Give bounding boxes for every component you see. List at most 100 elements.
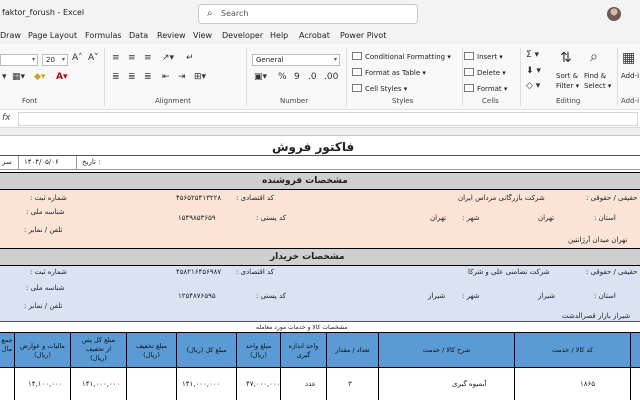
menu-developer[interactable]: Developer bbox=[222, 31, 263, 40]
borders-icon[interactable]: ▦▾ bbox=[12, 72, 25, 82]
buyer-city-label: شهر : bbox=[462, 292, 480, 300]
middle-align-icon[interactable]: ≡ bbox=[128, 53, 136, 63]
align-center-icon[interactable]: ≣ bbox=[128, 72, 136, 82]
row-unit: عدد bbox=[305, 380, 316, 388]
merge-center-icon[interactable]: ⊞▾ bbox=[194, 72, 206, 82]
accounting-icon[interactable]: ▣▾ bbox=[254, 72, 267, 82]
font-size-dropdown[interactable]: 20 ▾ bbox=[42, 54, 68, 66]
find-select-label[interactable]: Find & bbox=[584, 72, 606, 80]
increase-font-icon[interactable]: A˄ bbox=[72, 53, 83, 63]
buyer-national-label: شناسه ملی : bbox=[26, 284, 65, 292]
align-left-icon[interactable]: ≣ bbox=[112, 72, 120, 82]
decrease-decimal-icon[interactable]: .00 bbox=[324, 72, 338, 82]
col-header-qty: تعداد / مقدار bbox=[335, 346, 370, 354]
filter-label[interactable]: Filter ▾ bbox=[556, 82, 579, 90]
group-label-font: Font bbox=[22, 97, 38, 105]
seller-econ-code: ۴۵۶۵۲۵۴۱۳۲۲۸ bbox=[176, 194, 222, 202]
ribbon: ▾ 20 ▾ A˄ A˅ ▾ ▦▾ ◆▾ A▾ Font ≡ ≡ ≡ ↗▾ ↵ ≣… bbox=[0, 44, 640, 110]
clear-icon[interactable]: ◇ ▾ bbox=[526, 81, 540, 91]
menu-draw[interactable]: Draw bbox=[0, 31, 21, 40]
orientation-icon[interactable]: ↗▾ bbox=[162, 53, 174, 63]
align-right-icon[interactable]: ≣ bbox=[144, 72, 152, 82]
fill-color-icon[interactable]: ◆▾ bbox=[34, 72, 45, 82]
worksheet[interactable]: فاکتور فروش سر ۱۴۰۴/۰۵/۰۶ تاریخ : مشخصات… bbox=[0, 136, 640, 400]
indent-decrease-icon[interactable]: ⇤ bbox=[162, 72, 170, 82]
insert-label: Insert bbox=[477, 53, 498, 61]
font-color-icon[interactable]: A▾ bbox=[56, 72, 67, 82]
underline-icon[interactable]: ▾ bbox=[2, 72, 7, 82]
formula-input[interactable] bbox=[18, 112, 638, 126]
indent-increase-icon[interactable]: ⇥ bbox=[178, 72, 186, 82]
search-box[interactable]: ⌕ Search bbox=[198, 4, 418, 24]
top-align-icon[interactable]: ≡ bbox=[112, 53, 120, 63]
find-select-icon[interactable]: ⌕ bbox=[590, 49, 598, 65]
items-caption: مشخصات کالا و خدمات مورد معامله bbox=[256, 324, 348, 331]
select-label[interactable]: Select ▾ bbox=[584, 82, 611, 90]
conditional-formatting-label: Conditional Formatting bbox=[365, 53, 446, 61]
font-name-dropdown[interactable]: ▾ bbox=[0, 54, 38, 66]
sort-filter-icon[interactable]: ⇅ bbox=[560, 50, 572, 66]
fx-icon[interactable]: fx bbox=[2, 113, 11, 123]
col-header-unit-price: مبلغ واحد (ریال) bbox=[245, 342, 272, 359]
col-header-tax: مالیات و عوارض (ریال) bbox=[20, 342, 65, 359]
group-label-cells: Cells bbox=[482, 97, 499, 105]
group-label-styles: Styles bbox=[392, 97, 414, 105]
number-format-dropdown[interactable]: General ▾ bbox=[252, 54, 340, 66]
buyer-address: شیراز بازار قصرالدشت bbox=[562, 312, 631, 320]
percent-icon[interactable]: % bbox=[278, 72, 287, 82]
menu-review[interactable]: Review bbox=[157, 31, 186, 40]
column-headers[interactable] bbox=[0, 128, 640, 136]
seller-econ-label: کد اقتصادی : bbox=[236, 194, 275, 202]
delete-icon bbox=[464, 68, 474, 76]
increase-decimal-icon[interactable]: .0 bbox=[308, 72, 317, 82]
conditional-formatting-button[interactable]: Conditional Formatting ▾ bbox=[352, 52, 451, 61]
format-as-table-button[interactable]: Format as Table ▾ bbox=[352, 68, 426, 77]
row-code: ۱۸۶۵ bbox=[580, 380, 596, 388]
seller-address: تهران میدان آرژانتین bbox=[568, 236, 628, 244]
addins-label[interactable]: Add-i bbox=[621, 72, 639, 80]
search-icon: ⌕ bbox=[207, 8, 213, 19]
cell-styles-button[interactable]: Cell Styles ▾ bbox=[352, 84, 407, 93]
menu-power-pivot[interactable]: Power Pivot bbox=[340, 31, 386, 40]
row-description: آبمیوه گیری bbox=[452, 380, 487, 388]
serial-label: سر bbox=[2, 158, 12, 166]
buyer-phone-label: تلفن / نمابر : bbox=[24, 302, 63, 310]
avatar[interactable] bbox=[607, 7, 621, 21]
addins-icon[interactable]: ▦ bbox=[622, 50, 635, 66]
delete-label: Delete bbox=[477, 69, 500, 77]
filter-text: Filter bbox=[556, 82, 574, 90]
bottom-align-icon[interactable]: ≡ bbox=[144, 53, 152, 63]
date-value: ۱۴۰۴/۰۵/۰۶ bbox=[24, 158, 59, 166]
col-header-description: شرح کالا / خدمت bbox=[422, 346, 471, 354]
buyer-econ-label: کد اقتصادی : bbox=[236, 268, 275, 276]
col-header-total-amount: مبلغ کل (ریال) bbox=[186, 346, 227, 354]
sort-filter-label[interactable]: Sort & bbox=[556, 72, 578, 80]
insert-button[interactable]: Insert ▾ bbox=[464, 52, 503, 61]
cell-styles-label: Cell Styles bbox=[365, 85, 402, 93]
menu-data[interactable]: Data bbox=[129, 31, 148, 40]
buyer-postal-value: ۱۲۵۴۸۷۶۵۹۵ bbox=[178, 292, 216, 300]
format-button[interactable]: Format ▾ bbox=[464, 84, 507, 93]
search-placeholder: Search bbox=[221, 9, 249, 18]
wrap-text-icon[interactable]: ↵ bbox=[186, 53, 194, 63]
seller-city-label: شهر : bbox=[462, 214, 480, 222]
menu-acrobat[interactable]: Acrobat bbox=[299, 31, 330, 40]
seller-city-value: تهران bbox=[430, 214, 447, 222]
fill-icon[interactable]: ⬇ ▾ bbox=[526, 66, 541, 76]
menu-help[interactable]: Help bbox=[270, 31, 288, 40]
cell-styles-icon bbox=[352, 84, 362, 92]
decrease-font-icon[interactable]: A˅ bbox=[88, 53, 99, 63]
delete-button[interactable]: Delete ▾ bbox=[464, 68, 506, 77]
col-header-code: کد کالا / خدمت bbox=[552, 346, 593, 354]
font-size-value: 20 bbox=[46, 56, 55, 64]
menu-view[interactable]: View bbox=[193, 31, 212, 40]
seller-header-title: مشخصات فروشنده bbox=[262, 176, 348, 186]
row-tax: ۱۴,۱۰۰,۰۰۰ bbox=[28, 380, 63, 388]
comma-icon[interactable]: 9 bbox=[294, 72, 300, 82]
seller-reg-label: شماره ثبت : bbox=[30, 194, 67, 202]
menu-page-layout[interactable]: Page Layout bbox=[28, 31, 77, 40]
buyer-type-label: حقیقی / حقوقی : bbox=[586, 268, 638, 276]
buyer-reg-label: شماره ثبت : bbox=[30, 268, 67, 276]
autosum-icon[interactable]: Σ ▾ bbox=[526, 50, 539, 60]
menu-formulas[interactable]: Formulas bbox=[85, 31, 122, 40]
